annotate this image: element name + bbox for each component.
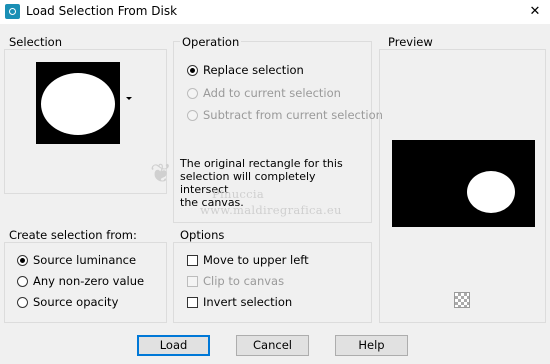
camera-app-icon xyxy=(5,4,20,19)
chevron-down-icon[interactable] xyxy=(126,97,132,100)
source-luminance-label[interactable]: Source luminance xyxy=(33,253,136,267)
ellipse-shape xyxy=(41,73,115,135)
operation-group-label: Operation xyxy=(180,35,242,49)
help-button[interactable]: Help xyxy=(335,335,408,356)
radio-replace-selection[interactable] xyxy=(187,65,198,76)
checkbox-clip-to-canvas[interactable] xyxy=(187,276,198,287)
create-from-group-label: Create selection from: xyxy=(9,228,137,242)
watermark-url: www.maldiregrafica.eu xyxy=(200,203,342,217)
selection-thumbnail[interactable] xyxy=(36,62,120,144)
replace-selection-label[interactable]: Replace selection xyxy=(203,63,304,77)
add-to-current-selection-label[interactable]: Add to current selection xyxy=(203,86,341,100)
radio-add-to-current-selection[interactable] xyxy=(187,88,198,99)
title-bar: Load Selection From Disk ✕ xyxy=(0,0,550,24)
preview-ellipse-shape xyxy=(467,171,515,213)
invert-selection-label[interactable]: Invert selection xyxy=(203,295,292,309)
window-title: Load Selection From Disk xyxy=(26,4,178,18)
radio-subtract-from-current-selection[interactable] xyxy=(187,110,198,121)
subtract-from-current-selection-label[interactable]: Subtract from current selection xyxy=(203,108,383,122)
radio-any-non-zero-value[interactable] xyxy=(17,276,28,287)
intersection-info-text: The original rectangle for this selectio… xyxy=(180,157,343,209)
clip-to-canvas-label[interactable]: Clip to canvas xyxy=(203,274,284,288)
cancel-button[interactable]: Cancel xyxy=(236,335,309,356)
transparency-checker-icon[interactable] xyxy=(454,292,470,308)
radio-source-luminance[interactable] xyxy=(17,255,28,266)
selection-group-label: Selection xyxy=(9,35,62,49)
any-non-zero-value-label[interactable]: Any non-zero value xyxy=(33,274,144,288)
preview-image xyxy=(392,140,535,227)
load-button[interactable]: Load xyxy=(137,335,210,356)
watermark-logo-icon: ❦ xyxy=(150,159,172,189)
radio-source-opacity[interactable] xyxy=(17,297,28,308)
move-to-upper-left-label[interactable]: Move to upper left xyxy=(203,253,309,267)
preview-group-label: Preview xyxy=(388,35,433,49)
watermark-name: Pinuccia xyxy=(212,187,265,201)
checkbox-move-to-upper-left[interactable] xyxy=(187,255,198,266)
source-opacity-label[interactable]: Source opacity xyxy=(33,295,118,309)
close-button[interactable]: ✕ xyxy=(520,0,550,24)
options-group-label: Options xyxy=(180,228,225,242)
checkbox-invert-selection[interactable] xyxy=(187,297,198,308)
